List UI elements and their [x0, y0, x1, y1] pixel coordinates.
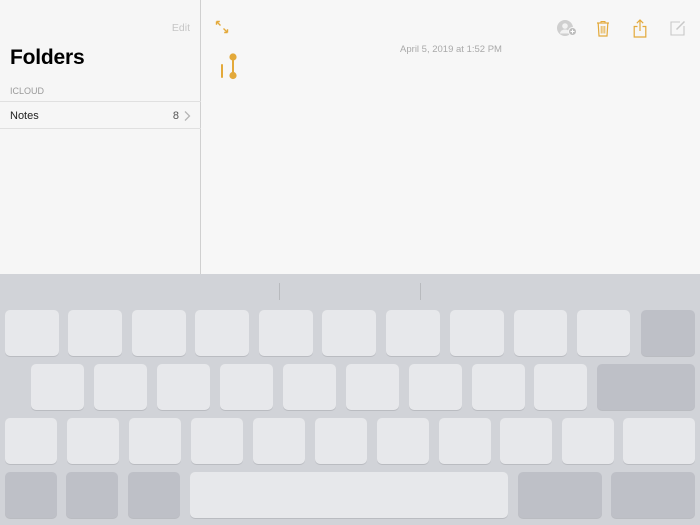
keyboard-key[interactable] — [220, 364, 273, 410]
keyboard-key[interactable] — [283, 364, 336, 410]
add-people-icon — [557, 20, 577, 36]
keyboard-key[interactable] — [5, 472, 57, 518]
keyboard-key[interactable] — [157, 364, 210, 410]
keyboard-key[interactable] — [611, 472, 695, 518]
keyboard-key[interactable] — [5, 418, 57, 464]
keyboard-key[interactable] — [129, 418, 181, 464]
delete-key[interactable] — [641, 310, 695, 356]
note-editor: April 5, 2019 at 1:52 PM — [202, 0, 700, 274]
predictive-divider — [420, 283, 421, 300]
keyboard-key[interactable] — [346, 364, 399, 410]
keyboard-key[interactable] — [67, 418, 119, 464]
compose-icon — [670, 20, 686, 36]
keyboard-key[interactable] — [253, 418, 305, 464]
folder-name: Notes — [10, 110, 39, 122]
text-cursor — [221, 64, 223, 78]
keyboard-key[interactable] — [68, 310, 122, 356]
space-bar-key[interactable] — [190, 472, 508, 518]
keyboard-key[interactable] — [450, 310, 504, 356]
edit-button[interactable]: Edit — [172, 22, 190, 34]
expand-icon — [215, 20, 229, 34]
keyboard-key[interactable] — [195, 310, 249, 356]
keyboard-key[interactable] — [623, 418, 695, 464]
selection-handle-icon[interactable] — [228, 53, 238, 80]
share-icon — [633, 18, 647, 38]
keyboard-key[interactable] — [439, 418, 491, 464]
expand-button[interactable] — [214, 19, 230, 35]
share-button[interactable] — [631, 17, 649, 39]
chevron-right-icon — [184, 111, 191, 121]
folders-sidebar: Edit Folders ICLOUD Notes 8 — [0, 0, 201, 274]
keyboard-key[interactable] — [409, 364, 462, 410]
keyboard-key[interactable] — [500, 418, 552, 464]
keyboard-key[interactable] — [386, 310, 440, 356]
keyboard-key[interactable] — [577, 310, 630, 356]
keyboard-key[interactable] — [259, 310, 313, 356]
keyboard-key[interactable] — [94, 364, 147, 410]
keyboard-key[interactable] — [31, 364, 84, 410]
note-date: April 5, 2019 at 1:52 PM — [400, 44, 502, 55]
folder-row-notes[interactable]: Notes 8 — [0, 101, 201, 129]
keyboard-key[interactable] — [128, 472, 180, 518]
folder-count: 8 — [172, 110, 179, 122]
keyboard-key[interactable] — [66, 472, 118, 518]
keyboard-key[interactable] — [514, 310, 567, 356]
keyboard-key[interactable] — [315, 418, 367, 464]
keyboard-key[interactable] — [191, 418, 243, 464]
keyboard-key[interactable] — [322, 310, 376, 356]
keyboard-key[interactable] — [132, 310, 186, 356]
keyboard-key[interactable] — [472, 364, 525, 410]
keyboard-key[interactable] — [518, 472, 602, 518]
section-header-icloud: ICLOUD — [10, 86, 45, 96]
delete-button[interactable] — [594, 18, 612, 38]
keyboard-key[interactable] — [562, 418, 614, 464]
keyboard-key[interactable] — [377, 418, 429, 464]
return-key[interactable] — [597, 364, 695, 410]
compose-button[interactable] — [669, 18, 687, 38]
keyboard-key[interactable] — [5, 310, 59, 356]
trash-icon — [597, 20, 609, 37]
keyboard-key[interactable] — [534, 364, 587, 410]
onscreen-keyboard — [0, 274, 700, 525]
page-title: Folders — [10, 46, 85, 69]
predictive-divider — [279, 283, 280, 300]
add-people-button[interactable] — [556, 18, 578, 38]
